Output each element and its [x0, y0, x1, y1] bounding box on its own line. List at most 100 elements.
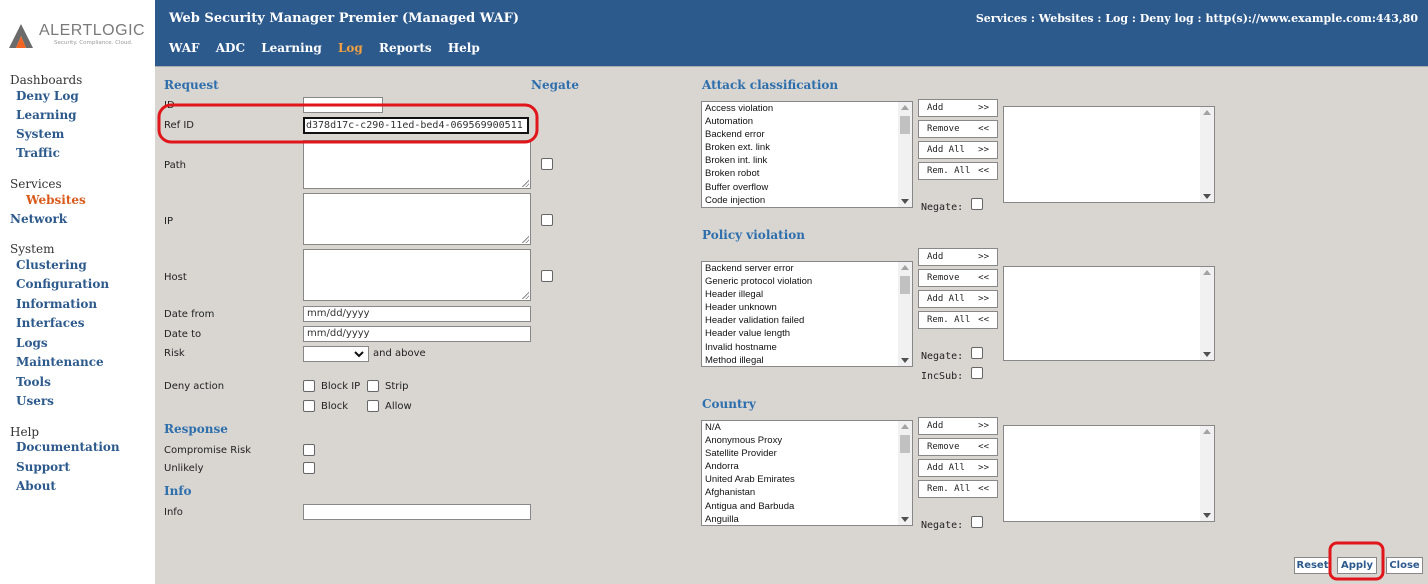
country-negate-checkbox[interactable]	[971, 516, 983, 528]
scrollbar[interactable]	[1200, 107, 1214, 202]
path-negate-checkbox[interactable]	[541, 158, 553, 170]
country-selected-listbox[interactable]	[1003, 425, 1215, 522]
block-checkbox[interactable]	[303, 400, 315, 412]
attack-selected-listbox[interactable]	[1003, 106, 1215, 203]
policy-selected-listbox[interactable]	[1003, 266, 1215, 361]
id-input[interactable]	[303, 97, 383, 113]
allow-checkbox[interactable]	[367, 400, 379, 412]
nav-adc[interactable]: ADC	[216, 41, 245, 55]
attack-add-all-button[interactable]: Add All >>	[918, 141, 998, 159]
ip-negate-checkbox[interactable]	[541, 214, 553, 226]
resize-grip-icon[interactable]	[521, 235, 529, 243]
country-add-all-button[interactable]: Add All >>	[918, 459, 998, 477]
sidebar-item-users[interactable]: Users	[16, 394, 54, 408]
policy-incsub-checkbox[interactable]	[971, 367, 983, 379]
attack-listbox[interactable]: Access violation Automation Backend erro…	[701, 101, 913, 208]
country-rem-all-button[interactable]: Rem. All <<	[918, 480, 998, 498]
date-from-input[interactable]: mm/dd/yyyy	[303, 306, 531, 322]
host-negate-checkbox[interactable]	[541, 270, 553, 282]
nav-help[interactable]: Help	[448, 41, 480, 55]
sidebar-item-support[interactable]: Support	[16, 460, 70, 474]
sidebar-item-system[interactable]: System	[16, 127, 64, 141]
scrollbar[interactable]	[1200, 267, 1214, 360]
list-item[interactable]: Satellite Provider	[702, 447, 912, 460]
info-input[interactable]	[303, 504, 531, 520]
scrollbar[interactable]	[898, 262, 912, 366]
list-item[interactable]: Header unknown	[702, 301, 912, 314]
scroll-down-icon[interactable]	[901, 358, 909, 363]
scroll-thumb[interactable]	[900, 116, 910, 134]
close-button[interactable]: Close	[1386, 557, 1423, 574]
scroll-up-icon[interactable]	[1203, 429, 1211, 434]
scroll-thumb[interactable]	[900, 276, 910, 294]
scroll-down-icon[interactable]	[1203, 352, 1211, 357]
scroll-up-icon[interactable]	[1203, 270, 1211, 275]
sidebar-item-tools[interactable]: Tools	[16, 375, 51, 389]
sidebar-item-interfaces[interactable]: Interfaces	[16, 316, 84, 330]
sidebar-item-deny-log[interactable]: Deny Log	[16, 89, 79, 103]
nav-reports[interactable]: Reports	[379, 41, 432, 55]
sidebar-item-about[interactable]: About	[16, 479, 56, 493]
sidebar-item-configuration[interactable]: Configuration	[16, 277, 109, 291]
scroll-thumb[interactable]	[900, 435, 910, 453]
list-item[interactable]: Automation	[702, 115, 912, 128]
list-item[interactable]: Invalid hostname	[702, 341, 912, 354]
list-item[interactable]: Header value length	[702, 327, 912, 340]
attack-remove-button[interactable]: Remove <<	[918, 120, 998, 138]
policy-rem-all-button[interactable]: Rem. All <<	[918, 311, 998, 329]
sidebar-item-information[interactable]: Information	[16, 297, 97, 311]
sidebar-item-websites[interactable]: Websites	[26, 193, 86, 207]
country-add-button[interactable]: Add >>	[918, 417, 998, 435]
path-textarea[interactable]	[303, 140, 531, 189]
policy-add-button[interactable]: Add >>	[918, 248, 998, 266]
resize-grip-icon[interactable]	[521, 179, 529, 187]
list-item[interactable]: Broken ext. link	[702, 141, 912, 154]
scrollbar[interactable]	[898, 421, 912, 525]
sidebar-item-clustering[interactable]: Clustering	[16, 258, 87, 272]
list-item[interactable]: Antigua and Barbuda	[702, 500, 912, 513]
policy-negate-checkbox[interactable]	[971, 347, 983, 359]
list-item[interactable]: Afghanistan	[702, 486, 912, 499]
list-item[interactable]: Header validation failed	[702, 314, 912, 327]
list-item[interactable]: Access violation	[702, 102, 912, 115]
date-to-input[interactable]: mm/dd/yyyy	[303, 326, 531, 342]
scroll-up-icon[interactable]	[901, 424, 909, 429]
sidebar-item-maintenance[interactable]: Maintenance	[16, 355, 104, 369]
scroll-down-icon[interactable]	[1203, 194, 1211, 199]
scroll-down-icon[interactable]	[901, 517, 909, 522]
list-item[interactable]: Broken int. link	[702, 154, 912, 167]
list-item[interactable]: Generic protocol violation	[702, 275, 912, 288]
list-item[interactable]: Header illegal	[702, 288, 912, 301]
host-textarea[interactable]	[303, 249, 531, 301]
reset-button[interactable]: Reset	[1294, 557, 1331, 574]
list-item[interactable]: Anguilla	[702, 513, 912, 525]
list-item[interactable]: Andorra	[702, 460, 912, 473]
list-item[interactable]: United Arab Emirates	[702, 473, 912, 486]
list-item[interactable]: Code injection	[702, 194, 912, 207]
unlikely-checkbox[interactable]	[303, 462, 315, 474]
sidebar-item-documentation[interactable]: Documentation	[16, 440, 120, 454]
attack-rem-all-button[interactable]: Rem. All <<	[918, 162, 998, 180]
list-item[interactable]: Method illegal	[702, 354, 912, 366]
list-item[interactable]: N/A	[702, 421, 912, 434]
attack-negate-checkbox[interactable]	[971, 198, 983, 210]
block-ip-checkbox[interactable]	[303, 380, 315, 392]
strip-checkbox[interactable]	[367, 380, 379, 392]
sidebar-item-learning[interactable]: Learning	[16, 108, 77, 122]
list-item[interactable]: Anonymous Proxy	[702, 434, 912, 447]
list-item[interactable]: Buffer overflow	[702, 181, 912, 194]
resize-grip-icon[interactable]	[521, 291, 529, 299]
scroll-up-icon[interactable]	[901, 105, 909, 110]
compromise-risk-checkbox[interactable]	[303, 444, 315, 456]
policy-remove-button[interactable]: Remove <<	[918, 269, 998, 287]
attack-add-button[interactable]: Add >>	[918, 99, 998, 117]
nav-log[interactable]: Log	[338, 41, 363, 55]
apply-button[interactable]: Apply	[1337, 557, 1377, 574]
policy-listbox[interactable]: Backend server error Generic protocol vi…	[701, 261, 913, 367]
list-item[interactable]: Broken robot	[702, 167, 912, 180]
list-item[interactable]: Backend error	[702, 128, 912, 141]
refid-input[interactable]: d378d17c-c290-11ed-bed4-069569900511	[303, 117, 529, 134]
nav-learning[interactable]: Learning	[261, 41, 322, 55]
country-listbox[interactable]: N/A Anonymous Proxy Satellite Provider A…	[701, 420, 913, 526]
scroll-up-icon[interactable]	[901, 265, 909, 270]
